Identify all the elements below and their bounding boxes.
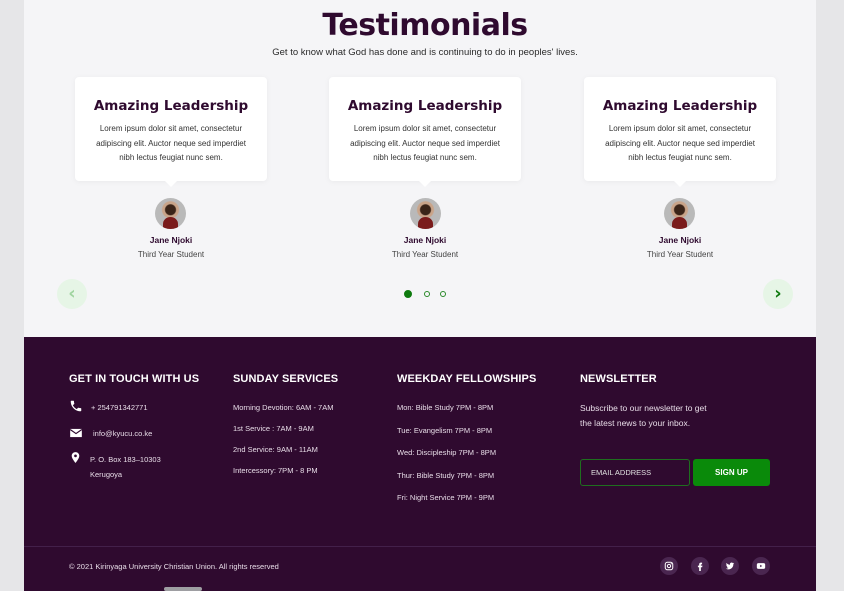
avatar	[155, 198, 186, 229]
testimonial-card: Amazing Leadership Lorem ipsum dolor sit…	[329, 77, 521, 187]
testimonials-subtitle: Get to know what God has done and is con…	[272, 47, 578, 58]
contact-column-title: GET IN TOUCH WITH US	[69, 373, 200, 385]
chevron-left-icon: ‹	[68, 283, 76, 304]
carousel-dot-2[interactable]	[424, 291, 430, 297]
carousel-dot-1[interactable]	[404, 290, 412, 298]
carousel-dot-3[interactable]	[440, 291, 446, 297]
testimonial-card-body: Lorem ipsum dolor sit amet, consectetur …	[350, 124, 500, 162]
testimonial-person-role: Third Year Student	[391, 250, 459, 259]
sunday-service-item: 2nd Service: 9AM - 11AM	[233, 445, 318, 454]
twitter-icon[interactable]	[721, 557, 739, 575]
page: Testimonials Get to know what God has do…	[24, 0, 816, 591]
testimonial-card-title: Amazing Leadership	[347, 98, 503, 114]
site-footer: GET IN TOUCH WITH US + 254791342771 info…	[24, 337, 816, 591]
testimonial-card: Amazing Leadership Lorem ipsum dolor sit…	[75, 77, 267, 187]
footer-divider	[24, 546, 816, 547]
testimonial-person-name: Jane Njoki	[403, 235, 447, 245]
contact-address-line-1: P. O. Box 183–10303	[90, 455, 161, 464]
testimonial-person-name: Jane Njoki	[149, 235, 193, 245]
testimonials-section: Testimonials Get to know what God has do…	[24, 0, 816, 337]
copyright-text: © 2021 Kirinyaga University Christian Un…	[69, 562, 279, 571]
scroll-indicator[interactable]	[164, 587, 202, 591]
testimonial-card-title: Amazing Leadership	[602, 98, 758, 114]
testimonial-card-body: Lorem ipsum dolor sit amet, consectetur …	[605, 124, 755, 162]
weekday-fellowship-item: Thur: Bible Study 7PM - 8PM	[397, 471, 495, 480]
signup-button[interactable]: SIGN UP	[693, 459, 770, 486]
sunday-service-item: 1st Service : 7AM - 9AM	[233, 424, 314, 433]
sunday-service-item: Intercessory: 7PM - 8 PM	[233, 466, 318, 475]
newsletter-email-input[interactable]	[580, 459, 690, 486]
testimonial-card: Amazing Leadership Lorem ipsum dolor sit…	[584, 77, 776, 187]
contact-phone[interactable]: + 254791342771	[91, 403, 148, 412]
sunday-service-item: Morning Devotion: 6AM - 7AM	[233, 403, 334, 412]
weekday-column-title: WEEKDAY FELLOWSHIPS	[397, 373, 537, 385]
testimonial-card-body: Lorem ipsum dolor sit amet, consectetur …	[96, 124, 246, 162]
contact-email[interactable]: info@kyucu.co.ke	[93, 429, 152, 438]
testimonial-person-role: Third Year Student	[646, 250, 714, 259]
weekday-fellowship-item: Wed: Discipleship 7PM - 8PM	[397, 448, 497, 457]
facebook-icon[interactable]	[691, 557, 709, 575]
testimonial-person-name: Jane Njoki	[658, 235, 702, 245]
carousel-prev-button[interactable]: ‹	[57, 279, 87, 309]
carousel-next-button[interactable]: ›	[763, 279, 793, 309]
mail-icon	[69, 426, 83, 440]
newsletter-text: Subscribe to our newsletter to get the l…	[580, 403, 707, 428]
newsletter-column-title: NEWSLETTER	[580, 373, 657, 385]
avatar	[664, 198, 695, 229]
testimonial-card-title: Amazing Leadership	[93, 98, 249, 114]
weekday-fellowship-item: Tue: Evangelism 7PM - 8PM	[397, 426, 493, 435]
weekday-fellowship-item: Fri: Night Service 7PM - 9PM	[397, 493, 495, 502]
testimonial-person-role: Third Year Student	[137, 250, 205, 259]
instagram-icon[interactable]	[660, 557, 678, 575]
testimonials-title: Testimonials	[322, 8, 528, 43]
sunday-column-title: SUNDAY SERVICES	[233, 373, 339, 385]
contact-address-line-2: Kerugoya	[90, 470, 123, 479]
weekday-fellowship-item: Mon: Bible Study 7PM - 8PM	[397, 403, 494, 412]
chevron-right-icon: ›	[774, 283, 782, 304]
phone-icon	[69, 399, 83, 413]
youtube-icon[interactable]	[752, 557, 770, 575]
map-pin-icon	[69, 451, 83, 465]
avatar	[410, 198, 441, 229]
